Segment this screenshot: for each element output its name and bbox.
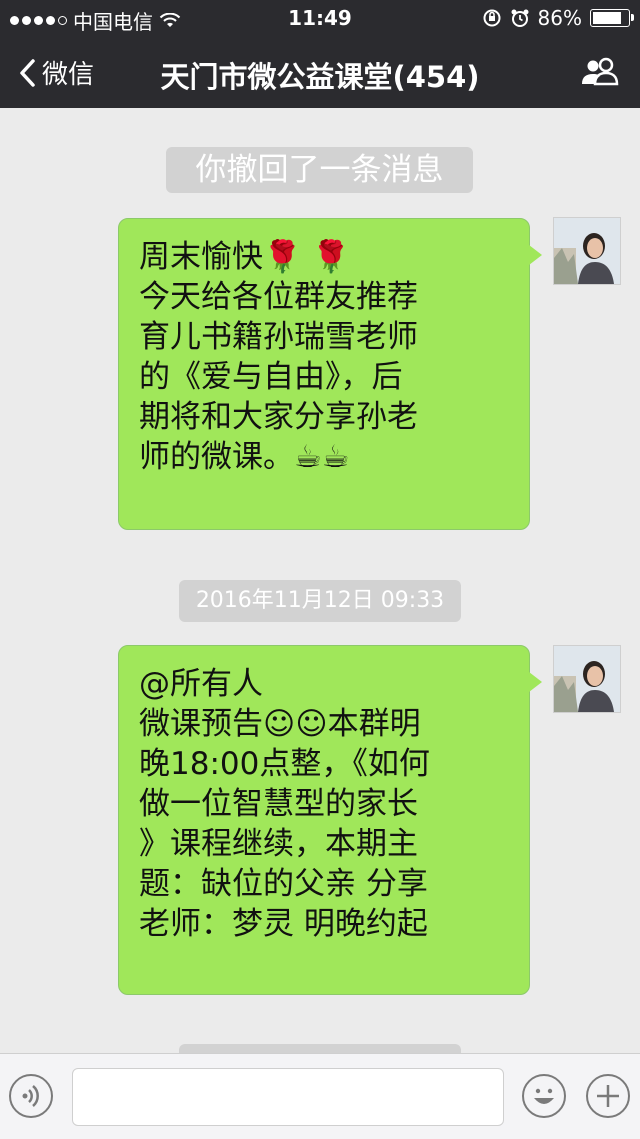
next-timestamp-partial <box>179 1044 461 1053</box>
sender-avatar[interactable] <box>553 645 621 713</box>
message-bubble[interactable]: @所有人 微课预告☺☺本群明 晚18:00点整，《如何 做一位智慧型的家长 》课… <box>118 645 542 995</box>
message-line: 做一位智慧型的家长 <box>139 786 418 822</box>
message-line: 师的微课。☕☕ <box>139 439 350 475</box>
chat-area[interactable]: 你撤回了一条消息 周末愉快🌹 🌹 今天给各位群友推荐 育儿书籍孙瑞雪老师 的《爱… <box>0 108 640 1053</box>
more-button[interactable] <box>586 1074 630 1118</box>
battery-icon <box>590 9 634 27</box>
message-line: 老师：梦灵 明晚约起 <box>139 906 428 942</box>
sender-avatar[interactable] <box>553 217 621 285</box>
message-line: 》课程继续，本期主 <box>139 826 418 862</box>
message-input[interactable] <box>72 1068 504 1126</box>
status-bar: 中国电信 11:49 86% <box>0 0 640 36</box>
voice-icon <box>22 1085 39 1107</box>
rotation-lock-icon <box>483 9 501 27</box>
message-line: 育儿书籍孙瑞雪老师 <box>139 319 418 355</box>
message-line: 微课预告☺☺本群明 <box>139 706 421 742</box>
voice-button[interactable] <box>9 1074 53 1118</box>
navigation-bar: 微信 天门市微公益课堂(454) <box>0 36 640 108</box>
people-icon <box>582 57 619 86</box>
message-line: @所有人 <box>139 666 263 702</box>
message-line: 期将和大家分享孙老 <box>139 399 418 435</box>
avatar-photo <box>554 218 620 284</box>
smiley-icon <box>534 1088 554 1104</box>
timestamp: 2016年11月12日 09:33 <box>179 580 461 622</box>
message-line: 周末愉快🌹 🌹 <box>139 239 351 275</box>
message-line: 今天给各位群友推荐 <box>139 279 418 315</box>
message-line: 晚18:00点整，《如何 <box>139 746 430 782</box>
avatar-photo <box>554 646 620 712</box>
alarm-icon <box>511 9 529 27</box>
input-bar <box>0 1053 640 1139</box>
message-line: 题：缺位的父亲 分享 <box>139 866 428 902</box>
group-info-button[interactable] <box>580 56 620 90</box>
message-line: 的《爱与自由》，后 <box>139 359 403 395</box>
recall-notice: 你撤回了一条消息 <box>166 147 473 193</box>
battery-percent: 86% <box>537 6 582 30</box>
emoji-button[interactable] <box>522 1074 566 1118</box>
chat-title: 天门市微公益课堂(454) <box>160 60 480 94</box>
plus-icon <box>597 1085 619 1107</box>
message-bubble[interactable]: 周末愉快🌹 🌹 今天给各位群友推荐 育儿书籍孙瑞雪老师 的《爱与自由》，后 期将… <box>118 218 542 530</box>
